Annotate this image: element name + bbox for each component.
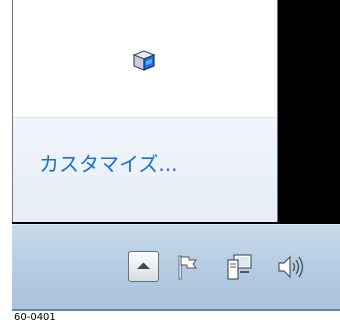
show-hidden-icons-button[interactable] [128, 251, 159, 282]
overflow-icon-area [13, 0, 277, 117]
taskbar [12, 224, 340, 311]
figure-caption: 60-0401 [14, 312, 56, 323]
speaker-volume-icon[interactable] [275, 251, 307, 283]
customize-link[interactable]: カスタマイズ... [39, 148, 177, 177]
action-center-flag-icon[interactable] [172, 251, 204, 283]
screen: カスタマイズ... 60-0401 [0, 0, 340, 325]
network-icon[interactable] [224, 251, 256, 283]
chevron-up-icon [137, 262, 150, 269]
overflow-footer: カスタマイズ... [13, 117, 277, 222]
app-tray-icon[interactable] [131, 49, 157, 73]
notification-overflow-popup: カスタマイズ... [12, 0, 278, 222]
taskbar-bottom-border [12, 309, 340, 311]
